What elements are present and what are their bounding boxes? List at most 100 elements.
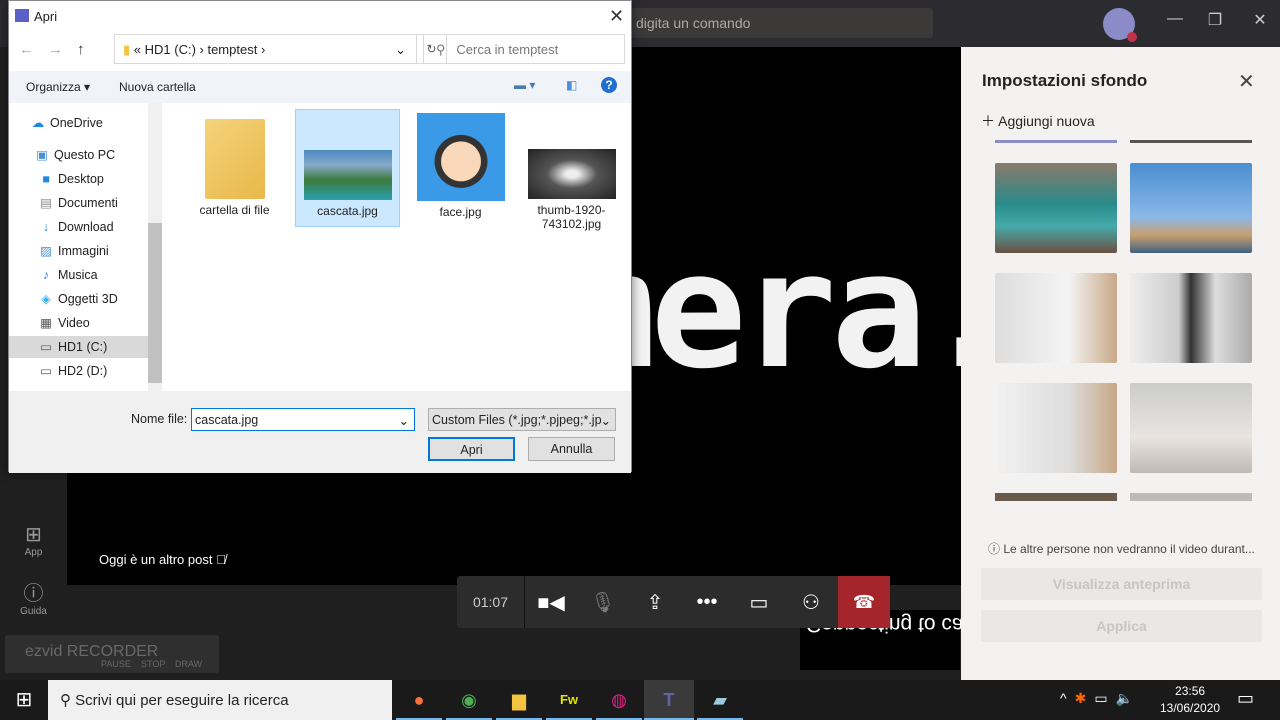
dialog-toolbar: Organizza ▾ Nuova cartella ▬ ▾ ◧ ? [9, 71, 631, 103]
background-option[interactable] [995, 163, 1117, 253]
search-icon: ⚲ [436, 42, 446, 57]
file-type-select[interactable]: Custom Files (*.jpg;*.pjpeg;*.jpe ⌄ [428, 408, 616, 431]
breadcrumb-drive[interactable]: HD1 (C:) [145, 42, 196, 57]
search-input[interactable]: ⚲ Cerca in temptest [423, 34, 625, 64]
address-bar[interactable]: ▮ « HD1 (C:) › temptest › ⌄ [114, 34, 417, 64]
minimize-icon[interactable]: — [1160, 10, 1190, 28]
apply-button[interactable]: Applica [981, 610, 1262, 642]
help-icon: ⓘ [23, 583, 44, 605]
background-settings-panel: Impostazioni sfondo ✕ ＋ Aggiungi nuova ⓘ… [961, 47, 1280, 680]
tree-music[interactable]: ♪ Musica [39, 264, 149, 286]
command-box[interactable]: digita un comando [620, 8, 933, 38]
call-controls: 01:07 ■◀ 🎙 ⇪ ••• ▭ ⚇ ☎ [457, 576, 890, 628]
chat-icon[interactable]: ▭ [733, 590, 785, 615]
folder-icon: ▮ [123, 42, 131, 57]
file-item[interactable]: thumb-1920-743102.jpg [519, 109, 624, 231]
rail-apps[interactable]: ⊞ App [0, 522, 67, 558]
notes-icon[interactable]: ▰ [697, 680, 743, 720]
time: 23:56 [1175, 684, 1206, 698]
help-icon[interactable]: ? [601, 77, 617, 93]
cancel-button[interactable]: Annulla [528, 437, 615, 461]
tree-pictures[interactable]: ▨ Immagini [39, 240, 149, 262]
volume-icon: 🔈 [1115, 690, 1141, 706]
add-new-label: Aggiungi nuova [998, 113, 1095, 129]
teams-icon [15, 9, 29, 22]
open-file-dialog: Apri ✕ ←→↑ ▮ « HD1 (C:) › temptest › ⌄ ↻ … [8, 0, 632, 473]
file-explorer-icon[interactable]: ▆ [496, 680, 542, 720]
background-option[interactable] [1130, 273, 1252, 363]
fireworks-icon[interactable]: Fw [546, 680, 592, 720]
background-option[interactable] [995, 273, 1117, 363]
firefox-icon[interactable]: ● [396, 680, 442, 720]
dialog-title: Apri [34, 9, 58, 24]
rail-label: Guida [20, 606, 47, 617]
tree-documents[interactable]: ▤ Documenti [39, 192, 149, 214]
taskbar-search[interactable]: ⚲ Scrivi qui per eseguire la ricerca [48, 680, 392, 720]
tree-onedrive[interactable]: ☁ OneDrive [31, 112, 141, 134]
avast-icon: ✱ [1074, 690, 1095, 706]
tree-hd1[interactable]: ▭ HD1 (C:) [9, 336, 148, 358]
close-icon[interactable]: ✕ [1245, 10, 1275, 30]
tree-3d-objects[interactable]: ◈ Oggetti 3D [39, 288, 149, 310]
info-note: ⓘ Le altre persone non vedranno il video… [988, 540, 1255, 557]
organize-menu[interactable]: Organizza ▾ [26, 80, 90, 94]
breadcrumb-folder[interactable]: temptest [207, 42, 257, 57]
tree-scrollbar[interactable] [148, 103, 162, 391]
open-button[interactable]: Apri [428, 437, 515, 461]
search-placeholder: Cerca in temptest [456, 42, 559, 57]
file-item-selected[interactable]: cascata.jpg [295, 109, 400, 227]
info-icon: ⓘ [988, 542, 1001, 556]
add-new-button[interactable]: ＋ Aggiungi nuova [981, 111, 1095, 131]
close-icon[interactable]: ✕ [609, 6, 624, 27]
tree-downloads[interactable]: ↓ Download [39, 216, 149, 238]
background-option[interactable] [995, 383, 1117, 473]
preview-pane-icon[interactable]: ◧ [566, 78, 577, 92]
nav-buttons[interactable]: ←→↑ [19, 41, 99, 58]
participant-name: Oggi è un altro post 🎙̸ [99, 552, 226, 567]
more-icon[interactable]: ••• [681, 591, 733, 614]
windows-start-icon[interactable]: ⊞ [0, 680, 48, 720]
filename-label: Nome file: [131, 412, 188, 426]
stop-button[interactable]: STOP [141, 659, 165, 669]
file-item[interactable]: cartella di file [182, 109, 287, 227]
new-folder-button[interactable]: Nuova cartella [119, 80, 196, 94]
system-tray[interactable]: ^✱▭🔈 [1060, 690, 1141, 707]
close-icon[interactable]: ✕ [1238, 69, 1255, 94]
mic-off-button[interactable]: 🎙 [577, 590, 629, 615]
pause-button[interactable]: PAUSE [101, 659, 131, 669]
participant-label: Oggi è un altro post [99, 552, 213, 567]
rail-help[interactable]: ⓘ Guida [0, 577, 67, 617]
avatar[interactable] [1103, 8, 1137, 42]
file-item[interactable]: face.jpg [408, 109, 513, 227]
camera-icon[interactable]: ■◀ [525, 590, 577, 615]
hang-up-button[interactable]: ☎ [838, 576, 890, 628]
clock[interactable]: 23:56 13/06/2020 [1160, 683, 1220, 717]
draw-button[interactable]: DRAW [175, 659, 202, 669]
preview-button[interactable]: Visualizza anteprima [981, 568, 1262, 600]
chrome-icon[interactable]: ◉ [446, 680, 492, 720]
navigation-tree: ☁ OneDrive ▣ Questo PC ■ Desktop ▤ Documenti… [9, 103, 162, 391]
tree-this-pc[interactable]: ▣ Questo PC [35, 144, 145, 166]
tree-videos[interactable]: ▦ Video [39, 312, 149, 334]
tree-hd2[interactable]: ▭ HD2 (D:) [39, 360, 149, 382]
share-icon[interactable]: ⇪ [629, 590, 681, 615]
filename-input[interactable]: cascata.jpg ⌄ [191, 408, 415, 431]
background-option[interactable] [1130, 383, 1252, 473]
app-icon[interactable]: ◍ [596, 680, 642, 720]
ezvid-recorder: ezvid RECORDER PAUSE STOP DRAW [5, 635, 219, 673]
chevron-down-icon: ⌄ [600, 413, 611, 428]
tree-desktop[interactable]: ■ Desktop [39, 168, 149, 190]
maximize-icon[interactable]: ❐ [1200, 10, 1230, 30]
up-icon: ↑ [77, 41, 99, 58]
background-option[interactable] [1130, 163, 1252, 253]
dialog-footer: Nome file: cascata.jpg ⌄ Custom Files (*.… [9, 391, 631, 473]
notifications-icon[interactable]: ▭ [1237, 688, 1254, 709]
rail-label: App [24, 547, 43, 558]
panel-title: Impostazioni sfondo [982, 71, 1148, 90]
view-options-icon[interactable]: ▬ ▾ [514, 78, 535, 92]
back-icon: ← [19, 41, 48, 58]
ezvid-logo: ezvid RECORDER [25, 643, 159, 660]
folder-icon [204, 119, 265, 199]
teams-icon[interactable]: T [644, 680, 694, 720]
participants-icon[interactable]: ⚇ [785, 590, 837, 615]
